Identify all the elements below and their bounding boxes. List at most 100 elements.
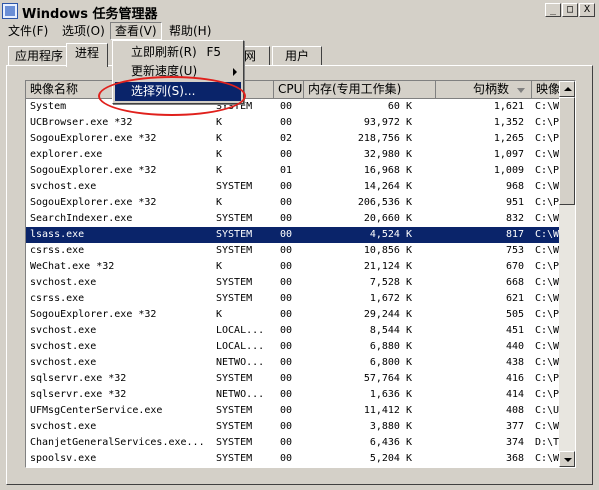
- cell-handles: 668: [505, 277, 524, 288]
- cell-cpu: 00: [280, 421, 293, 432]
- cell-user-name: LOCAL...: [216, 325, 265, 336]
- scroll-down-button[interactable]: [559, 451, 575, 467]
- cell-handles: 951: [505, 197, 524, 208]
- table-row[interactable]: svchost.exe SYSTEM 00 3,880 K 377 C:\W: [26, 419, 559, 435]
- table-row[interactable]: svchost.exe LOCAL... 00 8,544 K 451 C:\W: [26, 323, 559, 339]
- cell-memory: 5,204 K: [369, 453, 412, 464]
- cell-image-name: explorer.exe: [30, 149, 103, 160]
- cell-image-path: C:\W: [535, 453, 559, 464]
- cell-handles: 414: [505, 389, 524, 400]
- table-row[interactable]: SogouExplorer.exe *32 K 00 206,536 K 951 C:\P: [26, 195, 559, 211]
- maximize-button[interactable]: □: [562, 3, 578, 17]
- tab-users[interactable]: 用户: [272, 46, 322, 66]
- cell-cpu: 00: [280, 453, 293, 464]
- table-row[interactable]: sqlservr.exe *32 SYSTEM 00 57,764 K 416 C:\P: [26, 371, 559, 387]
- cell-image-name: UFMsgCenterService.exe: [30, 405, 163, 416]
- table-row[interactable]: WeChat.exe *32 K 00 21,124 K 670 C:\P: [26, 259, 559, 275]
- cell-handles: 374: [505, 437, 524, 448]
- cell-memory: 6,880 K: [369, 341, 412, 352]
- cell-image-path: C:\W: [535, 245, 559, 256]
- vertical-scrollbar[interactable]: [559, 81, 575, 467]
- minimize-button[interactable]: _: [545, 3, 561, 17]
- cell-user-name: SYSTEM: [216, 213, 253, 224]
- cell-image-name: SogouExplorer.exe *32: [30, 309, 157, 320]
- cell-image-name: csrss.exe: [30, 245, 85, 256]
- column-header-handles[interactable]: 句柄数: [436, 81, 532, 99]
- table-row[interactable]: svchost.exe SYSTEM 00 7,528 K 668 C:\W: [26, 275, 559, 291]
- table-row[interactable]: csrss.exe SYSTEM 00 1,672 K 621 C:\W: [26, 291, 559, 307]
- table-row[interactable]: explorer.exe K 00 32,980 K 1,097 C:\W: [26, 147, 559, 163]
- cell-image-path: C:\P: [535, 165, 559, 176]
- menu-options[interactable]: 选项(O): [58, 22, 109, 40]
- cell-handles: 440: [505, 341, 524, 352]
- menu-item-refresh-now[interactable]: 立即刷新(R) F5: [115, 43, 241, 62]
- submenu-arrow-icon: [233, 68, 237, 76]
- scroll-thumb[interactable]: [559, 97, 575, 205]
- cell-image-name: sqlservr.exe *32: [30, 373, 127, 384]
- tab-processes[interactable]: 进程: [66, 43, 108, 67]
- cell-image-name: svchost.exe: [30, 181, 97, 192]
- cell-handles: 408: [505, 405, 524, 416]
- cell-cpu: 00: [280, 437, 293, 448]
- table-row[interactable]: spoolsv.exe SYSTEM 00 5,204 K 368 C:\W: [26, 451, 559, 467]
- cell-image-path: C:\W: [535, 325, 559, 336]
- table-row[interactable]: UFMsgCenterService.exe SYSTEM 00 11,412 K 40…: [26, 403, 559, 419]
- cell-user-name: SYSTEM: [216, 437, 253, 448]
- cell-image-path: C:\P: [535, 133, 559, 144]
- cell-image-path: C:\P: [535, 117, 559, 128]
- cell-user-name: K: [216, 149, 223, 160]
- cell-user-name: SYSTEM: [216, 181, 253, 192]
- cell-user-name: K: [216, 133, 223, 144]
- cell-image-path: C:\W: [535, 293, 559, 304]
- table-row[interactable]: SogouExplorer.exe *32 K 00 29,244 K 505 C:\P: [26, 307, 559, 323]
- table-row[interactable]: svchost.exe SYSTEM 00 14,264 K 968 C:\W: [26, 179, 559, 195]
- cell-memory: 6,800 K: [369, 357, 412, 368]
- cell-image-name: ChanjetGeneralServices.exe...: [30, 437, 205, 448]
- table-row[interactable]: svchost.exe NETWO... 00 6,800 K 438 C:\W: [26, 355, 559, 371]
- cell-handles: 438: [505, 357, 524, 368]
- cell-handles: 621: [505, 293, 524, 304]
- column-header-memory[interactable]: 内存(专用工作集): [304, 81, 436, 99]
- cell-user-name: K: [216, 261, 223, 272]
- arrow-up-icon: [564, 87, 572, 91]
- cell-cpu: 00: [280, 341, 293, 352]
- table-row[interactable]: csrss.exe SYSTEM 00 10,856 K 753 C:\W: [26, 243, 559, 259]
- table-row[interactable]: SearchIndexer.exe SYSTEM 00 20,660 K 832 C:\W: [26, 211, 559, 227]
- table-row[interactable]: svchost.exe LOCAL... 00 6,880 K 440 C:\W: [26, 339, 559, 355]
- refresh-now-label: 立即刷新(R): [131, 45, 197, 59]
- cell-image-name: sqlservr.exe *32: [30, 389, 127, 400]
- close-button[interactable]: X: [579, 3, 595, 17]
- menu-view[interactable]: 查看(V): [110, 22, 162, 40]
- table-row[interactable]: UCBrowser.exe *32 K 00 93,972 K 1,352 C:\P: [26, 115, 559, 131]
- cell-image-path: C:\W: [535, 277, 559, 288]
- cell-memory: 57,764 K: [363, 373, 412, 384]
- cell-handles: 368: [505, 453, 524, 464]
- tab-strip: 应用程序 进程 网 用户: [0, 42, 599, 67]
- arrow-down-icon: [564, 458, 572, 462]
- cell-handles: 968: [505, 181, 524, 192]
- cell-memory: 29,244 K: [363, 309, 412, 320]
- menu-help[interactable]: 帮助(H): [165, 22, 215, 40]
- cell-user-name: NETWO...: [216, 389, 265, 400]
- cell-cpu: 00: [280, 261, 293, 272]
- cell-image-path: C:\U: [535, 405, 559, 416]
- column-header-cpu[interactable]: CPU: [274, 81, 304, 99]
- sort-descending-icon: [517, 88, 525, 93]
- scroll-up-button[interactable]: [559, 81, 575, 97]
- cell-image-path: C:\W: [535, 181, 559, 192]
- title-bar: Windows 任务管理器 _ □ X: [0, 0, 599, 22]
- table-row[interactable]: ChanjetGeneralServices.exe... SYSTEM 00 6,4…: [26, 435, 559, 451]
- cell-handles: 753: [505, 245, 524, 256]
- table-row[interactable]: SogouExplorer.exe *32 K 02 218,756 K 1,265 C:…: [26, 131, 559, 147]
- cell-cpu: 00: [280, 373, 293, 384]
- tab-applications[interactable]: 应用程序: [8, 46, 70, 66]
- cell-handles: 377: [505, 421, 524, 432]
- cell-handles: 670: [505, 261, 524, 272]
- table-row[interactable]: sqlservr.exe *32 NETWO... 00 1,636 K 414 C:\P: [26, 387, 559, 403]
- process-list[interactable]: 映像名称 名 CPU 内存(专用工作集) 句柄数 映像 SystemSYSTEM…: [25, 80, 576, 468]
- table-row[interactable]: SogouExplorer.exe *32 K 01 16,968 K 1,009 C:\…: [26, 163, 559, 179]
- cell-image-path: C:\W: [535, 229, 559, 240]
- menu-file[interactable]: 文件(F): [4, 22, 52, 40]
- cell-image-path: C:\W: [535, 101, 559, 112]
- table-row[interactable]: lsass.exe SYSTEM 00 4,524 K 817 C:\W: [26, 227, 559, 243]
